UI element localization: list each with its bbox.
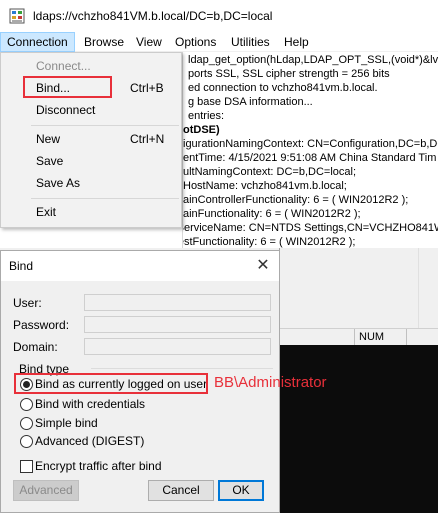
menu-help[interactable]: Help xyxy=(278,32,315,52)
menu-bar: Connection Browse View Options Utilities… xyxy=(0,32,438,52)
cancel-button[interactable]: Cancel xyxy=(148,480,214,501)
menu-separator xyxy=(31,125,179,126)
radio-label: Bind with credentials xyxy=(35,397,146,411)
menu-item-shortcut: Ctrl+N xyxy=(130,132,165,146)
output-line: igurationNamingContext: CN=Configuration… xyxy=(183,138,438,150)
output-line: forestFunctionality: 6 = ( WIN2012R2 ); xyxy=(182,236,356,248)
output-pane[interactable]: ldap_get_option(hLdap,LDAP_OPT_SSL,(void… xyxy=(182,52,438,248)
menu-connection[interactable]: Connection xyxy=(0,32,75,52)
menu-item-label: Connect... xyxy=(36,59,91,73)
output-line: entries: xyxy=(188,110,225,122)
output-line: HostName: vchzho841vm.b.local; xyxy=(183,180,347,192)
output-line: ultNamingContext: DC=b,DC=local; xyxy=(183,166,357,178)
menu-separator xyxy=(31,198,179,199)
menu-browse[interactable]: Browse xyxy=(78,32,130,52)
window-title: ldaps://vchzho841VM.b.local/DC=b,DC=loca… xyxy=(33,9,273,23)
radio-button[interactable] xyxy=(20,398,33,411)
status-cell-empty xyxy=(406,329,438,345)
output-line: ainControllerFunctionality: 6 = ( WIN201… xyxy=(183,194,409,206)
menu-item-exit[interactable]: Exit xyxy=(1,201,181,223)
menu-item-disconnect[interactable]: Disconnect xyxy=(1,99,181,121)
radio-label: Simple bind xyxy=(35,416,98,430)
ok-button[interactable]: OK xyxy=(218,480,264,501)
radio-button[interactable] xyxy=(20,435,33,448)
output-line: g base DSA information... xyxy=(188,96,313,108)
dialog-title-bar: Bind ✕ xyxy=(1,251,279,281)
bind-menu-highlight xyxy=(23,76,112,98)
checkbox-label: Encrypt traffic after bind xyxy=(35,459,162,473)
menu-options[interactable]: Options xyxy=(169,32,222,52)
radio-button[interactable] xyxy=(20,417,33,430)
user-label: User: xyxy=(13,296,42,310)
domain-label: Domain: xyxy=(13,340,58,354)
menu-item-label: Save As xyxy=(36,176,81,190)
menu-item-label: Exit xyxy=(36,205,57,219)
password-field[interactable] xyxy=(84,316,271,333)
advanced-button[interactable]: Advanced xyxy=(13,480,79,501)
radio-label: Advanced (DIGEST) xyxy=(35,434,145,448)
output-pane-lower xyxy=(280,248,438,328)
dialog-title: Bind xyxy=(9,259,34,273)
domain-field[interactable] xyxy=(84,338,271,355)
user-field[interactable] xyxy=(84,294,271,311)
close-icon[interactable]: ✕ xyxy=(247,251,279,281)
menu-item-save-as[interactable]: Save As xyxy=(1,172,181,194)
menu-item-shortcut: Ctrl+B xyxy=(130,81,164,95)
status-num: NUM xyxy=(354,329,406,345)
menu-item-connect[interactable]: Connect... xyxy=(1,55,181,77)
bind-type-highlight xyxy=(14,373,208,394)
encrypt-traffic-checkbox[interactable] xyxy=(20,460,33,473)
menu-view[interactable]: View xyxy=(130,32,168,52)
password-label: Password: xyxy=(13,318,70,332)
menu-item-save[interactable]: Save xyxy=(1,150,181,172)
output-line: entTime: 4/15/2021 9:51:08 AM China Stan… xyxy=(183,152,437,164)
menu-item-label: Disconnect xyxy=(36,103,96,117)
ldp-app-icon xyxy=(9,8,25,24)
output-line: ldap_get_option(hLdap,LDAP_OPT_SSL,(void… xyxy=(188,54,438,66)
output-line: ports SSL, SSL cipher strength = 256 bit… xyxy=(188,68,390,80)
vertical-scrollbar[interactable] xyxy=(418,248,438,328)
ldp-window: ldaps://vchzho841VM.b.local/DC=b,DC=loca… xyxy=(0,0,438,513)
output-line: ainFunctionality: 6 = ( WIN2012R2 ); xyxy=(183,208,361,220)
status-bar: NUM xyxy=(280,328,438,345)
bind-type-group-line xyxy=(91,368,273,369)
menu-item-label: New xyxy=(36,132,61,146)
output-line: dsServiceName: CN=NTDS Settings,CN=VCHZH… xyxy=(182,222,438,234)
menu-item-new[interactable]: New Ctrl+N xyxy=(1,128,181,150)
output-line: otDSE) xyxy=(183,124,220,136)
console-window xyxy=(280,345,438,513)
menu-utilities[interactable]: Utilities xyxy=(225,32,276,52)
title-bar: ldaps://vchzho841VM.b.local/DC=b,DC=loca… xyxy=(0,0,438,32)
annotation-text: BB\Administrator xyxy=(214,374,327,391)
output-line: ed connection to vchzho841vm.b.local. xyxy=(188,82,378,94)
menu-item-label: Save xyxy=(36,154,64,168)
